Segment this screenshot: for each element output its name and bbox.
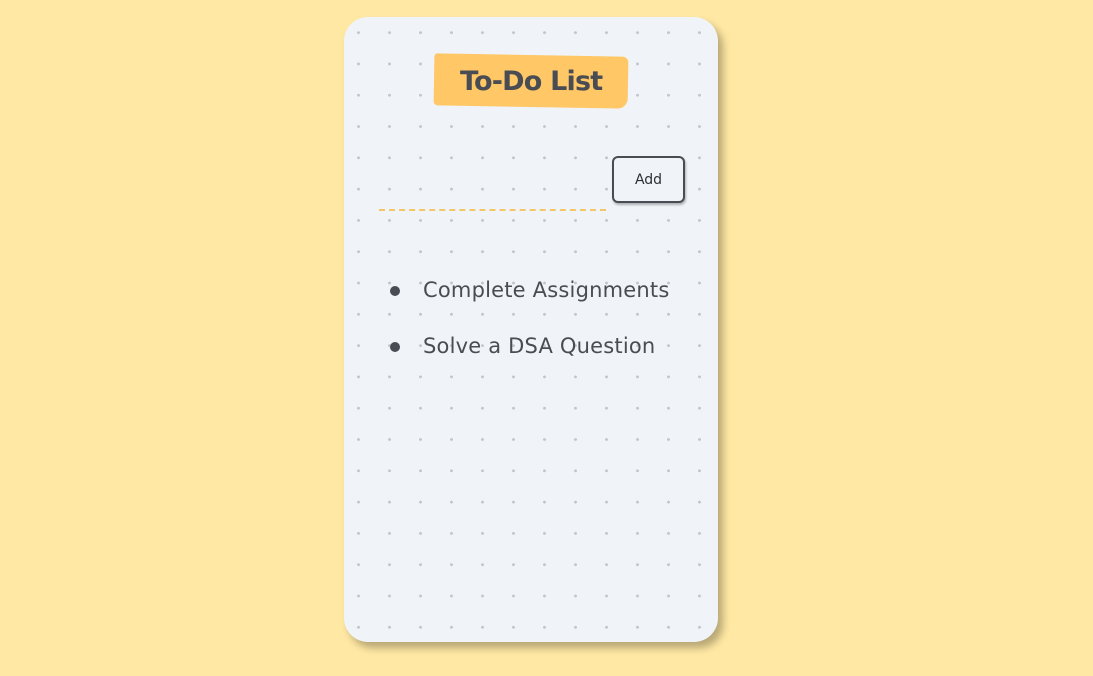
add-button[interactable]: Add [612, 156, 685, 203]
todo-card: To-Do List Add Complete Assignments Solv… [344, 17, 718, 642]
task-text: Complete Assignments [423, 278, 670, 302]
bullet-icon [390, 342, 400, 352]
task-input[interactable] [379, 185, 606, 211]
title-tag: To-Do List [433, 53, 629, 109]
task-text: Solve a DSA Question [423, 334, 656, 358]
list-item[interactable]: Complete Assignments [384, 275, 714, 331]
list-item[interactable]: Solve a DSA Question [384, 331, 714, 387]
bullet-icon [390, 286, 400, 296]
page-title: To-Do List [459, 65, 603, 97]
task-list: Complete Assignments Solve a DSA Questio… [384, 275, 714, 387]
